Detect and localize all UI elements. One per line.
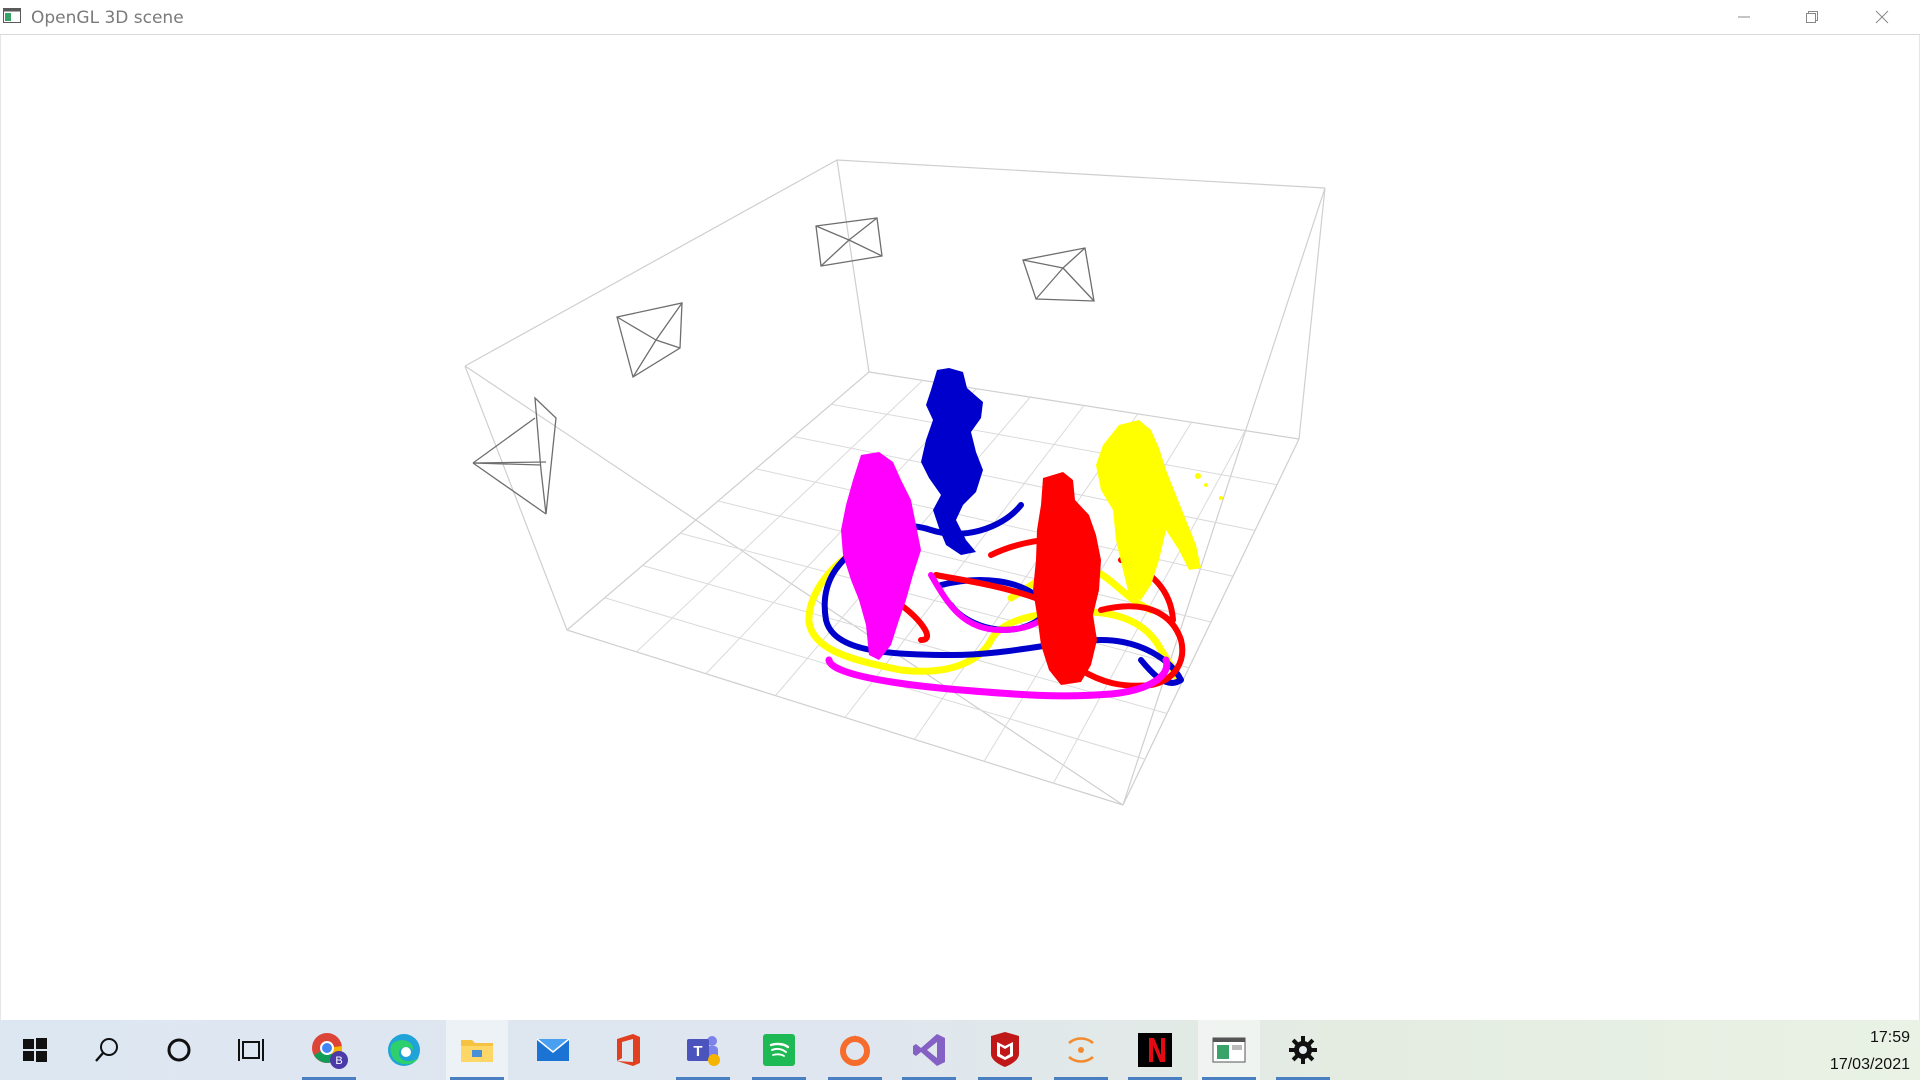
task-view-button[interactable] <box>226 1020 276 1080</box>
origin-app[interactable] <box>824 1020 886 1080</box>
svg-text:B: B <box>335 1055 342 1067</box>
cortana-button[interactable] <box>154 1020 204 1080</box>
clock-time: 17:59 <box>1869 1029 1910 1046</box>
restore-icon <box>1806 11 1818 23</box>
edge-icon <box>388 1034 420 1066</box>
spotify-app[interactable] <box>748 1020 810 1080</box>
chrome-icon: B <box>312 1033 348 1069</box>
minimize-button[interactable] <box>1710 0 1778 34</box>
clock-date: 17/03/2021 <box>1829 1056 1910 1073</box>
eclipse-app[interactable] <box>1050 1020 1112 1080</box>
restore-button[interactable] <box>1778 0 1846 34</box>
person-magenta <box>841 452 921 660</box>
circle-icon <box>167 1038 191 1062</box>
eclipse-icon <box>1068 1037 1094 1063</box>
scene-canvas <box>464 159 1326 806</box>
origin-icon <box>840 1035 870 1066</box>
task-view-icon <box>238 1039 264 1061</box>
teams-icon: T <box>687 1036 720 1066</box>
netflix-app[interactable] <box>1124 1020 1186 1080</box>
visual-studio-app[interactable] <box>898 1020 960 1080</box>
taskbar: B T <box>0 1020 1920 1080</box>
close-icon <box>1875 10 1889 24</box>
spotify-icon <box>763 1034 795 1066</box>
file-explorer-app[interactable] <box>446 1020 508 1080</box>
system-clock[interactable]: 17:59 17/03/2021 <box>1790 1024 1910 1078</box>
settings-app[interactable] <box>1272 1020 1334 1080</box>
person-yellow <box>1096 420 1223 600</box>
svg-text:T: T <box>693 1043 702 1060</box>
opengl-viewport[interactable] <box>0 35 1920 1020</box>
app-window-icon <box>3 8 21 23</box>
mail-icon <box>536 1038 570 1061</box>
opengl-window-app[interactable] <box>1198 1020 1260 1080</box>
mcafee-app[interactable] <box>974 1020 1036 1080</box>
windows-icon <box>23 1038 47 1062</box>
netflix-icon <box>1138 1033 1172 1067</box>
office-app[interactable] <box>598 1020 658 1080</box>
mcafee-icon <box>991 1032 1019 1067</box>
edge-app[interactable] <box>374 1020 434 1080</box>
teams-app[interactable]: T <box>672 1020 734 1080</box>
gear-icon <box>1289 1036 1317 1064</box>
window-title: OpenGL 3D scene <box>31 8 184 28</box>
start-button[interactable] <box>10 1020 60 1080</box>
folder-icon <box>461 1040 493 1062</box>
chrome-app[interactable]: B <box>298 1020 360 1080</box>
camera-frustum-4 <box>1022 247 1095 302</box>
camera-frustum-1 <box>472 396 557 515</box>
office-icon <box>617 1034 640 1066</box>
search-icon <box>95 1038 118 1062</box>
mail-app[interactable] <box>522 1020 584 1080</box>
close-button[interactable] <box>1848 0 1916 34</box>
visual-studio-icon <box>913 1034 945 1066</box>
title-bar: OpenGL 3D scene <box>0 0 1920 35</box>
grid-line <box>831 403 1278 486</box>
camera-frustum-2 <box>616 302 683 379</box>
search-button[interactable] <box>82 1020 132 1080</box>
window-icon <box>1212 1037 1246 1063</box>
person-red <box>1033 472 1101 685</box>
minimize-icon <box>1738 16 1750 18</box>
